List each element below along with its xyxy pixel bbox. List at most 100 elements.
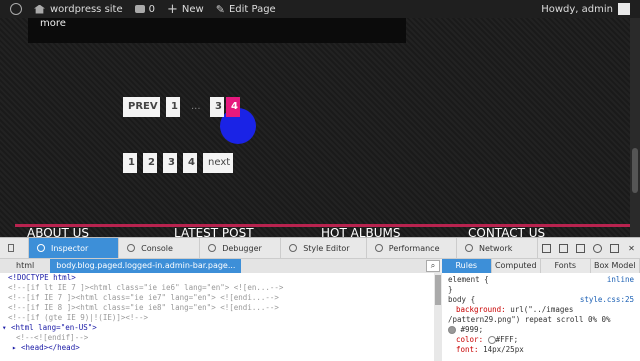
page-1-link[interactable]: 1 — [123, 153, 137, 173]
more-link[interactable]: more — [40, 18, 66, 29]
rule-decl-font[interactable]: font: 14px/25px — [448, 345, 634, 355]
tab-label: Inspector — [51, 244, 88, 253]
page-1-link[interactable]: 1 — [166, 97, 180, 117]
rule-source[interactable]: inline — [607, 275, 634, 285]
rule-selector: element { — [448, 275, 489, 284]
comment-icon — [135, 5, 145, 13]
pagination-bottom: 1 2 3 4 next — [123, 153, 239, 173]
tab-debugger[interactable]: Debugger — [200, 238, 281, 258]
user-menu[interactable]: Howdy, admin — [541, 3, 640, 15]
tab-inspector[interactable]: Inspector — [29, 238, 119, 258]
tab-label: Network — [479, 244, 512, 253]
site-name-link[interactable]: wordpress site — [28, 0, 129, 18]
tab-label: Debugger — [222, 244, 262, 253]
page-3-link[interactable]: 3 — [163, 153, 177, 173]
devtools-toolbar: ✕ — [538, 244, 640, 253]
inspector-icon — [37, 244, 45, 252]
pick-element-button[interactable] — [0, 238, 29, 258]
page-scrollbar[interactable] — [630, 18, 640, 237]
devtools-panel: Inspector Console Debugger Style Editor … — [0, 237, 640, 361]
wordpress-logo-button[interactable] — [0, 0, 28, 18]
page-scrollbar-thumb[interactable] — [632, 148, 638, 193]
new-content-link[interactable]: +New — [161, 0, 210, 18]
rule-decl-background[interactable]: background: url("../images — [448, 305, 634, 315]
pencil-icon: ✎ — [216, 3, 225, 16]
rule-close: } — [448, 285, 634, 295]
markup-line[interactable]: <!--[if IE 7 ]><html class="ie ie7" lang… — [8, 293, 434, 303]
next-button[interactable]: next — [203, 153, 233, 173]
markup-scrollbar-thumb[interactable] — [435, 275, 441, 305]
markup-line[interactable]: <!--[if lt IE 7 ]><html class="ie ie6" l… — [8, 283, 434, 293]
comments-count: 0 — [149, 4, 155, 15]
screenshot-icon[interactable] — [576, 244, 585, 253]
rule-selector: body { — [448, 295, 475, 304]
page-2-link[interactable]: 2 — [143, 153, 157, 173]
rule-decl-color[interactable]: color: #FFF; — [448, 335, 634, 345]
markup-line[interactable]: <!--<![endif]--> — [8, 333, 434, 343]
debugger-icon — [208, 244, 216, 252]
prev-button[interactable]: PREV — [123, 97, 160, 117]
markup-view: <!DOCTYPE html> <!--[if lt IE 7 ]><html … — [0, 273, 434, 361]
page-4-link[interactable]: 4 — [183, 153, 197, 173]
close-icon[interactable]: ✕ — [627, 244, 636, 253]
responsive-mode-icon[interactable] — [559, 244, 568, 253]
sidebar-tabs: Rules Computed Fonts Box Model — [442, 259, 640, 273]
performance-icon — [375, 244, 383, 252]
dock-icon[interactable] — [610, 244, 619, 253]
page-4-current: 4 — [226, 97, 240, 117]
greeting: Howdy, admin — [541, 4, 613, 15]
markup-line[interactable]: <!DOCTYPE html> — [8, 273, 434, 283]
breadcrumb-html[interactable]: html — [10, 259, 40, 273]
search-icon[interactable]: ⌕ — [426, 260, 440, 272]
markup-scrollbar[interactable] — [434, 273, 442, 361]
home-icon — [34, 5, 45, 14]
picker-icon — [8, 244, 14, 252]
breadcrumb-body[interactable]: body.blog.paged.logged-in.admin-bar.page… — [50, 259, 241, 273]
devtools-tabbar: Inspector Console Debugger Style Editor … — [0, 238, 640, 259]
tab-fonts[interactable]: Fonts — [541, 259, 591, 273]
tab-label: Style Editor — [303, 244, 349, 253]
page-content: more PREV 1 ... 3 4 1 2 3 4 next — [0, 18, 630, 237]
comments-link[interactable]: 0 — [129, 0, 161, 18]
tab-console[interactable]: Console — [119, 238, 200, 258]
markup-line-text: <html lang="en-US"> — [11, 323, 97, 332]
plus-icon: + — [167, 2, 178, 17]
markup-line[interactable]: ▾ <html lang="en-US"> — [2, 323, 434, 333]
markup-line[interactable]: ▸ <head></head> — [8, 343, 434, 353]
rule-body: body { style.css:25 — [448, 295, 634, 305]
color-swatch[interactable] — [488, 336, 496, 344]
prop-value-cont: #999; — [461, 325, 484, 334]
prop-name: font: — [448, 345, 479, 354]
edit-page-link[interactable]: ✎ Edit Page — [210, 0, 282, 18]
prop-name: color: — [448, 335, 483, 344]
tab-performance[interactable]: Performance — [367, 238, 457, 258]
prop-value-swatch-line: #999; — [448, 325, 634, 335]
tab-box-model[interactable]: Box Model — [591, 259, 640, 273]
split-console-icon[interactable] — [542, 244, 551, 253]
style-editor-icon — [289, 244, 297, 252]
markup-line[interactable]: <!--[if IE 8 ]><html class="ie ie8" lang… — [8, 303, 434, 313]
pagination-top: PREV 1 ... 3 4 — [123, 97, 246, 117]
rule-element: element { inline — [448, 275, 634, 285]
rule-source[interactable]: style.css:25 — [580, 295, 634, 305]
markup-line[interactable]: <!--[if (gte IE 9)|!(IE)]><!--> — [8, 313, 434, 323]
console-icon — [127, 244, 135, 252]
page-3-link[interactable]: 3 — [210, 97, 224, 117]
edit-page-label: Edit Page — [229, 4, 276, 15]
prop-value: #FFF; — [496, 335, 519, 344]
tab-label: Performance — [389, 244, 440, 253]
color-swatch[interactable] — [448, 326, 456, 334]
tab-rules[interactable]: Rules — [442, 259, 492, 273]
site-name: wordpress site — [50, 4, 123, 15]
tab-computed[interactable]: Computed — [492, 259, 542, 273]
pagination-ellipsis: ... — [186, 97, 204, 117]
tab-network[interactable]: Network — [457, 238, 538, 258]
gear-icon[interactable] — [593, 244, 602, 253]
admin-bar: wordpress site 0 +New ✎ Edit Page Howdy, … — [0, 0, 640, 18]
markup-line-text: <head></head> — [21, 343, 80, 352]
prop-value: url("../images — [510, 305, 573, 314]
tab-style-editor[interactable]: Style Editor — [281, 238, 367, 258]
breadcrumb: html body.blog.paged.logged-in.admin-bar… — [0, 259, 440, 273]
post-excerpt: more — [28, 18, 406, 43]
tab-label: Console — [141, 244, 173, 253]
